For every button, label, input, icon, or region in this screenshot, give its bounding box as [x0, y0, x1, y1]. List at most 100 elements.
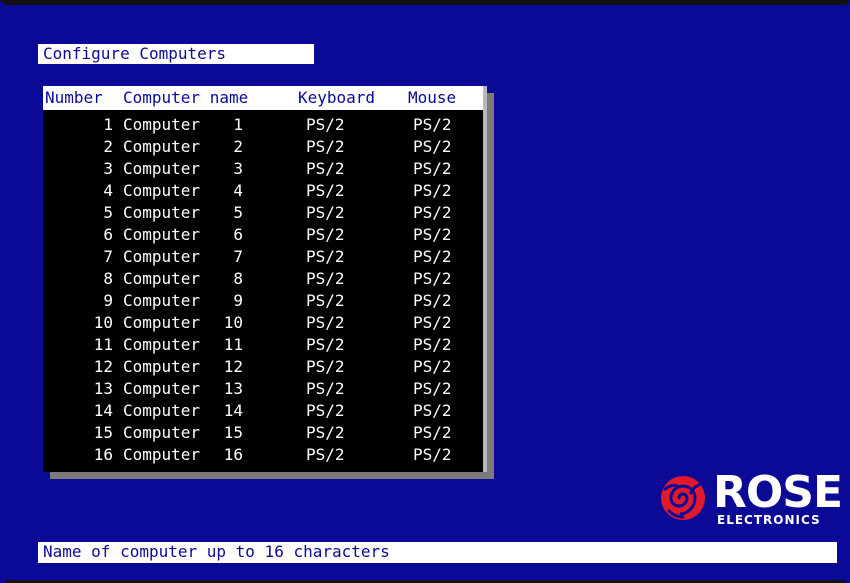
row-computer-name-number: 8	[233, 269, 243, 288]
row-computer-name: Computer	[123, 203, 201, 222]
table-row[interactable]: 16 Computer 16 PS/2 PS/2	[43, 444, 483, 466]
row-keyboard-type: PS/2	[306, 115, 345, 134]
row-number: 4	[103, 181, 113, 200]
row-number: 7	[103, 247, 113, 266]
table-row[interactable]: 15 Computer 15 PS/2 PS/2	[43, 422, 483, 444]
row-computer-name: Computer	[123, 313, 201, 332]
row-computer-name: Computer	[123, 159, 201, 178]
column-header-computer-name: Computer name	[123, 88, 249, 107]
table-row[interactable]: 12 Computer 12 PS/2 PS/2	[43, 356, 483, 378]
osd-screen: Configure Computers Number Computer name…	[0, 0, 850, 583]
table-row[interactable]: 9 Computer 9 PS/2 PS/2	[43, 290, 483, 312]
row-number: 11	[93, 335, 113, 354]
table-body: 1 Computer 1 PS/2 PS/2 2 Computer 2 PS/2 PS/2 3 Com…	[43, 114, 483, 466]
row-mouse-type: PS/2	[413, 445, 452, 464]
row-computer-name: Computer	[123, 335, 201, 354]
row-number: 16	[93, 445, 113, 464]
table-row[interactable]: 5 Computer 5 PS/2 PS/2	[43, 202, 483, 224]
column-header-mouse: Mouse	[408, 88, 457, 107]
row-number: 15	[93, 423, 113, 442]
row-computer-name-number: 9	[233, 291, 243, 310]
row-keyboard-type: PS/2	[306, 401, 345, 420]
rose-electronics-logo: ROSE ELECTRONICS	[655, 471, 845, 531]
row-number: 8	[103, 269, 113, 288]
row-mouse-type: PS/2	[413, 225, 452, 244]
row-number: 3	[103, 159, 113, 178]
page-title: Configure Computers	[38, 44, 314, 64]
row-computer-name-number: 5	[233, 203, 243, 222]
row-keyboard-type: PS/2	[306, 445, 345, 464]
row-keyboard-type: PS/2	[306, 379, 345, 398]
row-mouse-type: PS/2	[413, 269, 452, 288]
table-row[interactable]: 2 Computer 2 PS/2 PS/2	[43, 136, 483, 158]
status-message: Name of computer up to 16 characters	[38, 542, 837, 563]
table-header: Number Computer name Keyboard Mouse	[43, 86, 483, 110]
table-row[interactable]: 3 Computer 3 PS/2 PS/2	[43, 158, 483, 180]
row-mouse-type: PS/2	[413, 379, 452, 398]
row-keyboard-type: PS/2	[306, 291, 345, 310]
row-mouse-type: PS/2	[413, 137, 452, 156]
row-computer-name-number: 7	[233, 247, 243, 266]
table-row[interactable]: 10 Computer 10 PS/2 PS/2	[43, 312, 483, 334]
row-mouse-type: PS/2	[413, 401, 452, 420]
row-computer-name-number: 3	[233, 159, 243, 178]
table-row[interactable]: 7 Computer 7 PS/2 PS/2	[43, 246, 483, 268]
column-header-keyboard: Keyboard	[298, 88, 376, 107]
row-computer-name: Computer	[123, 181, 201, 200]
row-computer-name-number: 6	[233, 225, 243, 244]
row-computer-name: Computer	[123, 357, 201, 376]
row-computer-name-number: 10	[223, 313, 243, 332]
row-keyboard-type: PS/2	[306, 159, 345, 178]
row-number: 10	[93, 313, 113, 332]
row-computer-name: Computer	[123, 137, 201, 156]
table-row[interactable]: 4 Computer 4 PS/2 PS/2	[43, 180, 483, 202]
row-keyboard-type: PS/2	[306, 269, 345, 288]
row-computer-name-number: 12	[223, 357, 243, 376]
row-number: 13	[93, 379, 113, 398]
row-mouse-type: PS/2	[413, 115, 452, 134]
table-row[interactable]: 11 Computer 11 PS/2 PS/2	[43, 334, 483, 356]
row-number: 2	[103, 137, 113, 156]
table-row[interactable]: 8 Computer 8 PS/2 PS/2	[43, 268, 483, 290]
row-mouse-type: PS/2	[413, 423, 452, 442]
row-keyboard-type: PS/2	[306, 137, 345, 156]
row-mouse-type: PS/2	[413, 247, 452, 266]
row-computer-name: Computer	[123, 247, 201, 266]
row-computer-name: Computer	[123, 115, 201, 134]
logo-subtitle: ELECTRONICS	[717, 513, 821, 527]
column-header-number: Number	[45, 88, 103, 107]
row-number: 5	[103, 203, 113, 222]
rose-icon	[661, 476, 705, 520]
row-keyboard-type: PS/2	[306, 423, 345, 442]
row-keyboard-type: PS/2	[306, 313, 345, 332]
row-number: 6	[103, 225, 113, 244]
table-row[interactable]: 13 Computer 13 PS/2 PS/2	[43, 378, 483, 400]
table-row[interactable]: 1 Computer 1 PS/2 PS/2	[43, 114, 483, 136]
row-keyboard-type: PS/2	[306, 203, 345, 222]
row-mouse-type: PS/2	[413, 181, 452, 200]
row-number: 1	[103, 115, 113, 134]
table-row[interactable]: 6 Computer 6 PS/2 PS/2	[43, 224, 483, 246]
row-computer-name-number: 1	[233, 115, 243, 134]
row-keyboard-type: PS/2	[306, 181, 345, 200]
row-number: 9	[103, 291, 113, 310]
row-computer-name-number: 11	[223, 335, 243, 354]
table-row[interactable]: 14 Computer 14 PS/2 PS/2	[43, 400, 483, 422]
row-computer-name: Computer	[123, 379, 201, 398]
table-scroll-edge	[483, 86, 487, 472]
row-mouse-type: PS/2	[413, 159, 452, 178]
row-keyboard-type: PS/2	[306, 335, 345, 354]
row-keyboard-type: PS/2	[306, 225, 345, 244]
computers-table: Number Computer name Keyboard Mouse 1 Com…	[43, 86, 487, 472]
row-keyboard-type: PS/2	[306, 357, 345, 376]
logo-wordmark: ROSE	[713, 467, 843, 518]
row-computer-name: Computer	[123, 423, 201, 442]
row-keyboard-type: PS/2	[306, 247, 345, 266]
row-number: 14	[93, 401, 113, 420]
row-computer-name: Computer	[123, 291, 201, 310]
row-computer-name-number: 2	[233, 137, 243, 156]
row-mouse-type: PS/2	[413, 203, 452, 222]
row-computer-name: Computer	[123, 401, 201, 420]
row-computer-name-number: 13	[223, 379, 243, 398]
row-mouse-type: PS/2	[413, 291, 452, 310]
